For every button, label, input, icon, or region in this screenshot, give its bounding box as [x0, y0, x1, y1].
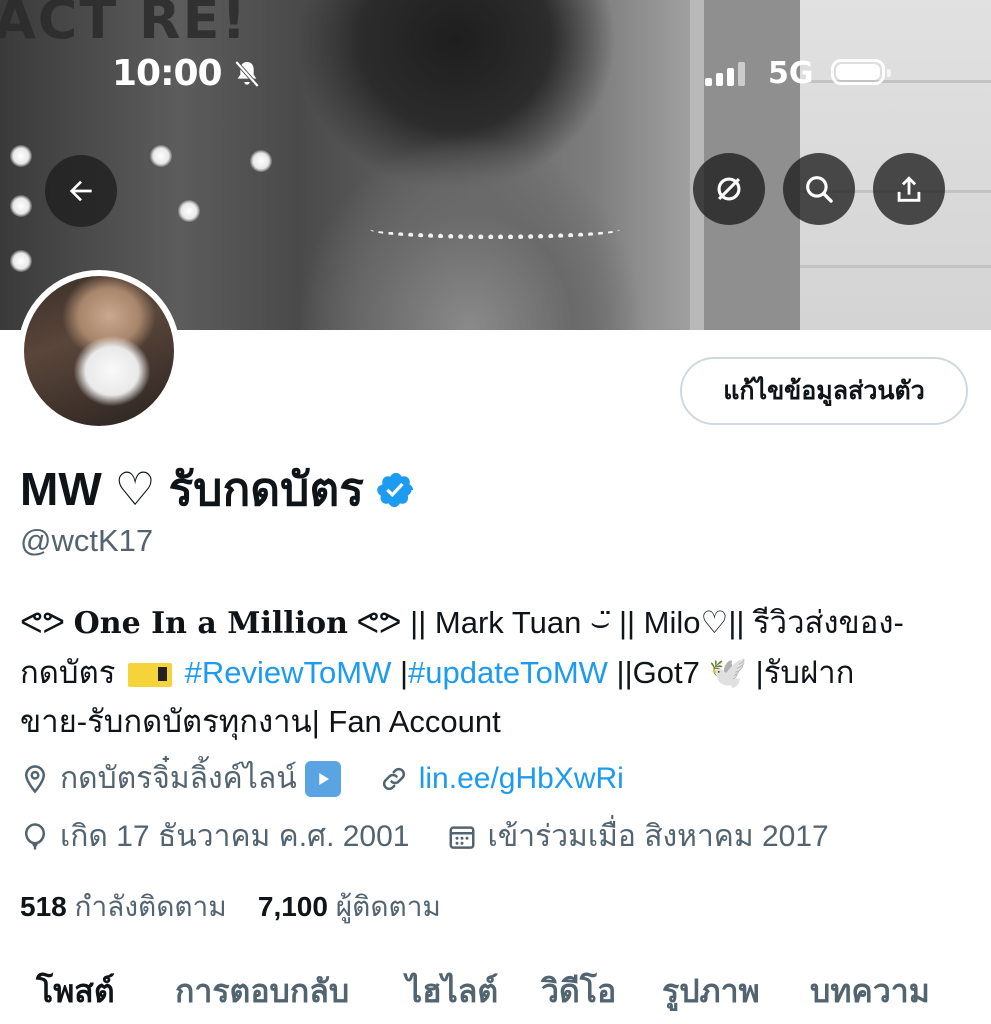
user-handle: @wctK17 [20, 523, 154, 558]
search-icon [806, 176, 833, 203]
following-count: 518 [20, 891, 67, 922]
concert-ticket-icon [128, 662, 172, 687]
share-icon [897, 176, 921, 202]
profile-tabs: โพสต์ การตอบกลับ ไฮไลต์ วิดีโอ รูปภาพ บท… [0, 960, 991, 1024]
hashtag-link[interactable]: #updateToMW [408, 655, 608, 690]
website-link[interactable]: lin.ee/gHbXwRi [419, 762, 624, 796]
mute-icon [717, 177, 741, 201]
follow-counts: 518 กำลังติดตาม 7,100 ผู้ติดตาม [20, 885, 441, 929]
tab-highlights[interactable]: ไฮไลต์ [406, 966, 498, 1017]
followers-label: ผู้ติดตาม [335, 891, 441, 922]
location-icon [20, 764, 50, 794]
followers-count: 7,100 [257, 891, 328, 922]
calendar-icon [447, 822, 477, 852]
profile-meta-row: กดบัตรจิ๋มลิ้งค์ไลน์ lin.ee/gHbXwRi [20, 755, 624, 802]
bio-deco-text: ᕙᕗ [20, 605, 66, 640]
search-button[interactable] [783, 153, 855, 225]
status-time: 10:00 [112, 53, 223, 94]
mirror-bulb [178, 200, 200, 222]
following-label: กำลังติดตาม [74, 891, 227, 922]
tab-videos[interactable]: วิดีโอ [541, 966, 616, 1017]
bio: ᕙᕗ One In a Million ᕙᕗ || Mark Tuan ⌣̈ |… [20, 598, 975, 746]
hashtag-link[interactable]: #ReviewToMW [185, 655, 392, 690]
mirror-bulb [10, 250, 32, 272]
cellular-signal-icon [705, 62, 745, 86]
followers-link[interactable]: 7,100 ผู้ติดตาม [258, 891, 441, 922]
verified-badge-icon[interactable] [376, 470, 416, 510]
banner-sign: ACT RE! [0, 0, 249, 51]
bio-separator: | [391, 655, 409, 690]
bio-text: กดบัตร [20, 655, 116, 690]
display-name-row: MW ♡ รับกดบัตร [20, 453, 416, 526]
share-button[interactable] [873, 153, 945, 225]
following-link[interactable]: 518 กำลังติดตาม [20, 891, 227, 922]
network-label: 5G [768, 56, 814, 91]
mirror-bulb [10, 195, 32, 217]
birthday-text: เกิด 17 ธันวาคม ค.ศ. 2001 [60, 820, 410, 853]
mirror-bulb [250, 150, 272, 172]
bio-text: ᕙᕗ || Mark Tuan ⌣̈ || Milo♡|| รีวิวส่งขอ… [356, 605, 904, 640]
link-icon [379, 764, 409, 794]
pearl-necklace [370, 220, 620, 239]
bio-text: ||Got7 🕊️ |รับฝาก [607, 655, 855, 690]
location-text: กดบัตรจิ๋มลิ้งค์ไลน์ [60, 762, 297, 795]
tab-photos[interactable]: รูปภาพ [662, 966, 760, 1017]
mirror-bulb [150, 145, 172, 167]
status-bar: 10:00 5G [0, 50, 991, 100]
display-name: MW ♡ รับกดบัตร [20, 463, 364, 515]
battery-icon [831, 59, 891, 85]
bio-text: ขาย-รับกดบัตรทุกงาน| Fan Account [20, 704, 501, 739]
balloon-icon [20, 822, 50, 852]
back-arrow-icon [69, 180, 92, 202]
edit-profile-button[interactable]: แก้ไขข้อมูลส่วนตัว [680, 357, 968, 425]
back-button[interactable] [45, 155, 117, 227]
tab-articles[interactable]: บทความ [810, 966, 930, 1017]
avatar-image [24, 276, 174, 426]
avatar[interactable] [18, 270, 180, 432]
tab-replies[interactable]: การตอบกลับ [175, 966, 349, 1017]
play-button-icon [304, 760, 341, 797]
profile-meta-row: เกิด 17 ธันวาคม ค.ศ. 2001 เข้าร่วมเมื่อ … [20, 813, 829, 860]
mute-button[interactable] [693, 153, 765, 225]
tab-posts[interactable]: โพสต์ [36, 966, 115, 1017]
mirror-bulb [10, 145, 32, 167]
bio-one-in-a-million: One In a Million [73, 606, 348, 641]
joined-text: เข้าร่วมเมื่อ สิงหาคม 2017 [487, 820, 829, 853]
bell-slash-icon [231, 58, 263, 95]
